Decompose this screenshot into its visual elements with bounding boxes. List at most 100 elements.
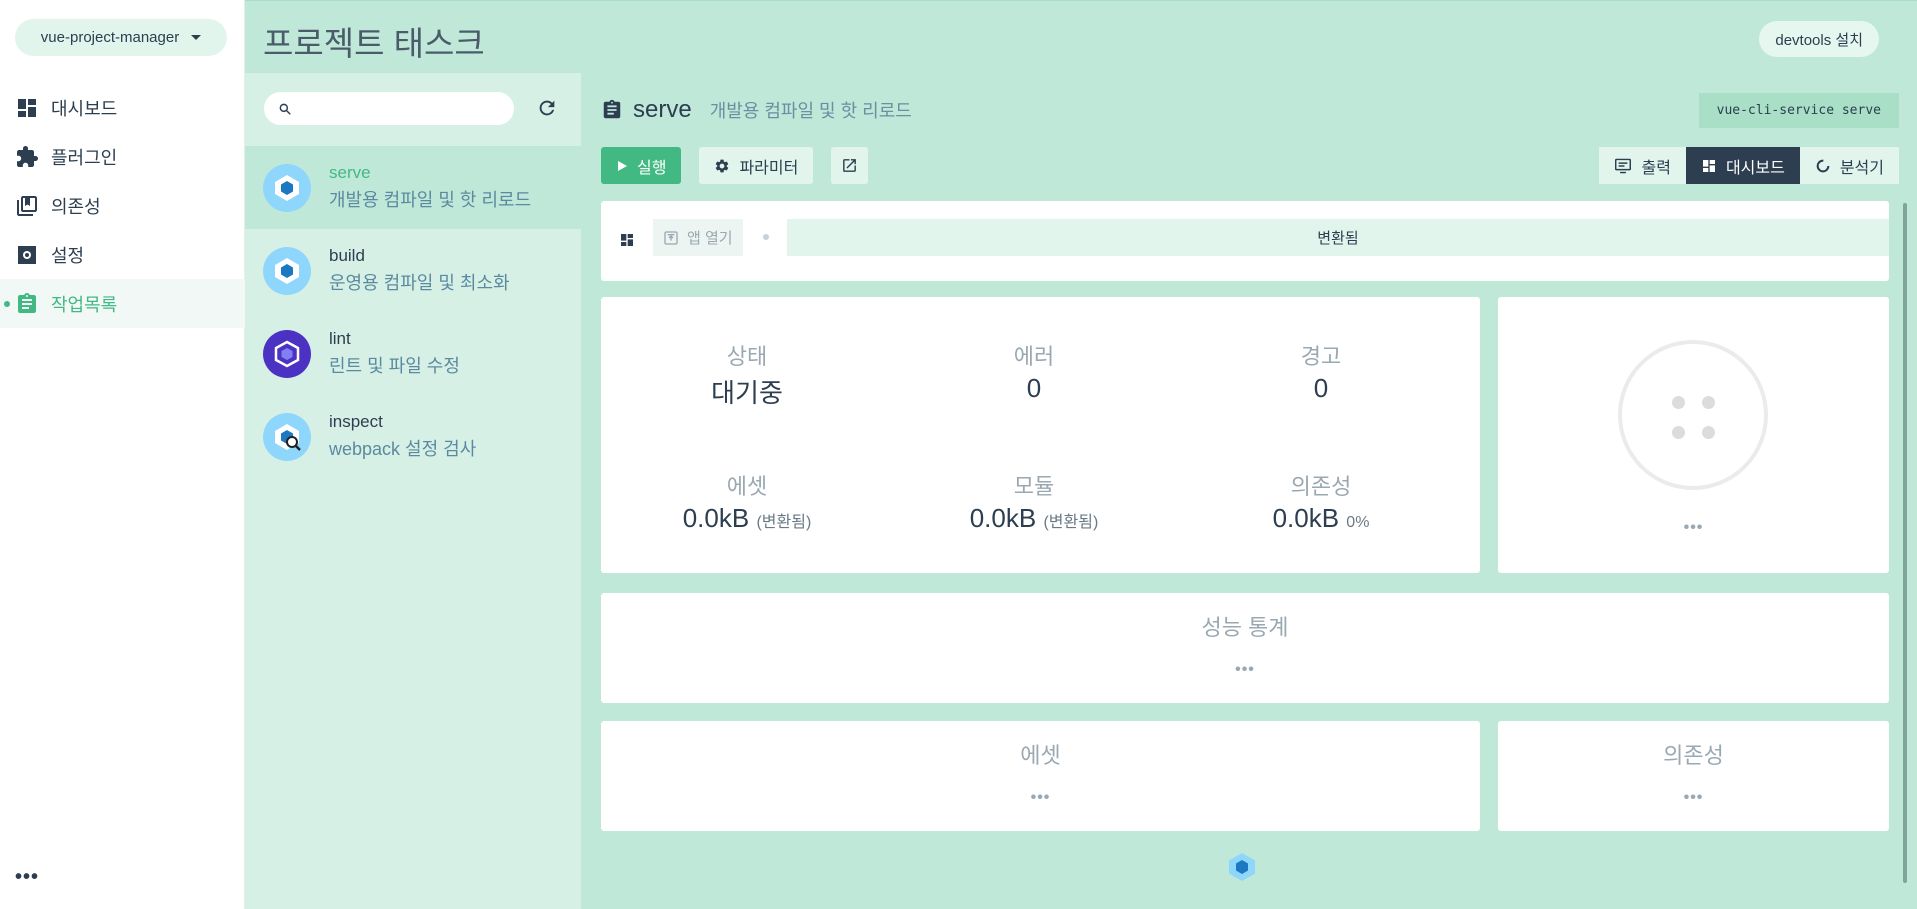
gear-icon (18, 245, 36, 264)
task-desc: 개발용 컴파일 및 핫 리로드 (329, 190, 532, 210)
task-item-inspect[interactable]: inspect webpack 설정 검사 (245, 395, 581, 478)
stat-label: 의존성 (1290, 474, 1352, 499)
stat-label: 에러 (1013, 344, 1055, 369)
stat-sub: 0% (1346, 514, 1370, 531)
card-title: 에셋 (1020, 743, 1061, 768)
run-label: 실행 (637, 159, 667, 177)
stat-value: 0 (1313, 373, 1329, 403)
nav-item-label: 의존성 (51, 196, 101, 217)
search-input[interactable] (300, 100, 500, 117)
stat-value: 0.0kB 0% (1221, 503, 1421, 534)
clipboard-icon (603, 99, 621, 119)
stat-value: 0.0kB (변환됨) (934, 503, 1134, 534)
loading-dots: ••• (1235, 661, 1255, 678)
caret-down-icon (191, 35, 202, 40)
stat-value-number: 0.0kB (1272, 503, 1340, 533)
nav-item-dependencies[interactable]: 의존성 (0, 181, 245, 230)
run-button[interactable]: 실행 (601, 147, 682, 184)
nav-item-label: 플러그인 (51, 147, 118, 168)
stat-label: 경고 (1300, 344, 1342, 369)
page-header: 프로젝트 태스크 devtools 설치 (245, 0, 1917, 73)
build-stats-card: 상태 대기중 에러 0 경고 0 에셋 0.0kB (변환됨) 모듈 0.0kB… (601, 297, 1480, 573)
task-name: build (329, 246, 365, 265)
task-item-lint[interactable]: lint 린트 및 파일 수정 (245, 312, 581, 395)
stat-errors: 에러 0 (934, 339, 1134, 404)
stat-warnings: 경고 0 (1221, 339, 1421, 404)
scrollbar[interactable] (1903, 203, 1907, 883)
task-name: lint (329, 329, 351, 348)
speed-card: ••• (1498, 297, 1889, 573)
refresh-icon[interactable] (536, 97, 558, 119)
open-app-button[interactable]: 앱 열기 (653, 219, 743, 256)
project-selector[interactable]: vue-project-manager (15, 19, 227, 56)
stat-value: 대기중 (711, 378, 783, 408)
task-desc: 운영용 컴파일 및 최소화 (329, 273, 510, 293)
webpack-icon (1226, 851, 1258, 888)
stat-label: 에셋 (726, 474, 768, 499)
loading-dots: ••• (1683, 789, 1704, 806)
build-progress: 변환됨 (787, 219, 1889, 256)
output-icon (1615, 158, 1632, 173)
stat-dependencies: 의존성 0.0kB 0% (1221, 469, 1421, 534)
library-icon (17, 195, 37, 216)
install-devtools-button[interactable]: devtools 설치 (1759, 21, 1879, 57)
loading-dots: ••• (1030, 789, 1051, 806)
nav-item-label: 대시보드 (51, 98, 118, 119)
more-icon[interactable]: ••• (15, 866, 39, 889)
task-desc: webpack 설정 검사 (329, 439, 477, 459)
task-description: 개발용 컴파일 및 핫 리로드 (709, 101, 912, 121)
nav-list: 대시보드 플러그인 의존성 설정 작업목록 (0, 83, 245, 328)
command-chip: vue-cli-service serve (1698, 93, 1899, 128)
stat-status: 상태 대기중 (647, 339, 847, 410)
task-list: serve 개발용 컴파일 및 핫 리로드 build 운영용 컴파일 및 최소… (245, 146, 581, 478)
page-title: 프로젝트 태스크 (263, 25, 485, 62)
webpack-inspect-icon (263, 412, 311, 461)
search-icon (279, 103, 291, 115)
nav-item-dashboard[interactable]: 대시보드 (0, 83, 245, 132)
stat-label: 모듈 (1013, 474, 1055, 499)
task-name: serve (329, 163, 371, 182)
dashboard-icon (1702, 159, 1715, 172)
stat-value: 0 (1026, 373, 1042, 403)
view-dashboard-tab[interactable]: 대시보드 (1685, 147, 1800, 184)
clipboard-icon (18, 292, 36, 313)
project-name: vue-project-manager (40, 29, 180, 46)
stat-label: 상태 (726, 344, 768, 369)
task-desc: 린트 및 파일 수정 (329, 356, 460, 376)
nav-item-tasks[interactable]: 작업목록 (0, 279, 245, 328)
gear-icon (716, 159, 729, 172)
speed-gauge-icon (1618, 340, 1768, 490)
performance-card: 성능 통계 ••• (601, 593, 1889, 703)
left-nav: vue-project-manager 대시보드 플러그인 의존성 설정 작업목… (0, 0, 245, 909)
view-toggle: 출력 대시보드 분석기 (1599, 147, 1899, 184)
open-app-label: 앱 열기 (687, 230, 733, 247)
open-external-button[interactable] (831, 147, 869, 184)
task-heading: serve 개발용 컴파일 및 핫 리로드 (601, 96, 912, 124)
stat-value-number: 0.0kB (682, 503, 750, 533)
nav-item-settings[interactable]: 설정 (0, 230, 245, 279)
dependencies-card: 의존성 ••• (1498, 721, 1889, 831)
view-analyzer-label: 분석기 (1839, 159, 1884, 177)
stat-sub: (변환됨) (1043, 514, 1099, 531)
task-item-serve[interactable]: serve 개발용 컴파일 및 핫 리로드 (245, 146, 581, 229)
view-output-tab[interactable]: 출력 (1599, 147, 1686, 184)
task-item-build[interactable]: build 운영용 컴파일 및 최소화 (245, 229, 581, 312)
parameters-button[interactable]: 파라미터 (699, 147, 814, 184)
stat-value-number: 0.0kB (969, 503, 1037, 533)
view-output-label: 출력 (1641, 159, 1671, 177)
webpack-icon (263, 246, 311, 295)
donut-chart-icon (1816, 159, 1830, 172)
stat-assets: 에셋 0.0kB (변환됨) (647, 469, 847, 534)
task-list-pane: serve 개발용 컴파일 및 핫 리로드 build 운영용 컴파일 및 최소… (245, 73, 581, 909)
task-toolbar: 실행 파라미터 (601, 147, 869, 184)
card-title: 의존성 (1663, 743, 1724, 768)
build-status-bar: 앱 열기 변환됨 (601, 201, 1889, 281)
stat-sub: (변환됨) (756, 514, 812, 531)
view-analyzer-tab[interactable]: 분석기 (1799, 147, 1899, 184)
nav-item-plugins[interactable]: 플러그인 (0, 132, 245, 181)
nav-item-label: 작업목록 (51, 294, 118, 315)
task-name: inspect (329, 412, 383, 431)
task-search[interactable] (264, 92, 514, 125)
dashboard-icon (621, 234, 633, 246)
puzzle-icon (17, 145, 38, 167)
